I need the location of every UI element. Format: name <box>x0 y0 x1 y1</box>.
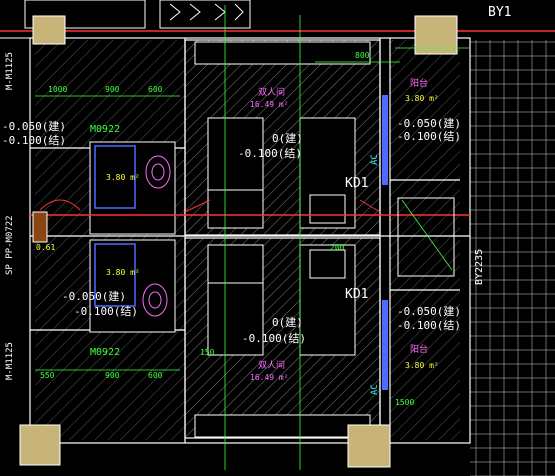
label-by2235: BY2235 <box>474 249 485 285</box>
level-right-upper-struct: -0.100(结) <box>397 130 461 143</box>
dim-900-lower: 900 <box>105 371 120 380</box>
balcony-upper-area: 3.80 m² <box>405 94 439 103</box>
level-center-upper-struct: -0.100(结) <box>238 147 302 160</box>
bath-lower-area: 3.80 m² <box>106 268 140 277</box>
level-left-mid-arch: -0.050(建) <box>62 289 126 303</box>
dim-200: 200 <box>330 243 345 252</box>
level-right-lower-struct: -0.100(结) <box>397 319 461 332</box>
balcony-lower-area: 3.80 m² <box>405 361 439 370</box>
bathroom-upper <box>89 141 176 235</box>
small-area: 0.61 <box>36 243 55 252</box>
level-right-upper-arch: -0.050(建) <box>397 116 461 130</box>
label-ac-upper: AC <box>370 154 380 165</box>
dim-900: 900 <box>105 85 120 94</box>
level-left-upper-struct: -0.100(结) <box>2 134 66 147</box>
balcony-lower-name: 阳台 <box>410 343 428 355</box>
label-m0922-upper: M0922 <box>90 124 120 135</box>
bathroom-lower <box>89 239 176 333</box>
dim-600-lower: 600 <box>148 371 163 380</box>
room-upper-name: 双人间 <box>258 86 285 98</box>
room-upper-area: 16.49 m² <box>250 100 289 109</box>
dim-1000: 1000 <box>48 85 67 94</box>
level-center-lower-struct: -0.100(结) <box>242 332 306 345</box>
label-kd1-lower: KD1 <box>345 287 368 302</box>
bath-upper-area: 3.80 m² <box>106 173 140 182</box>
dim-150: 150 <box>200 348 215 357</box>
dim-600-upper: 600 <box>148 85 163 94</box>
label-m0922-lower: M0922 <box>90 347 120 358</box>
balcony-upper-name: 阳台 <box>410 77 428 89</box>
label-m-side-lower: M-M1125 <box>5 342 15 380</box>
top-fixture-strip <box>0 0 555 39</box>
dim-550: 550 <box>40 371 55 380</box>
label-sp-side: SP PP-M0722 <box>5 215 15 275</box>
dim-800: 800 <box>355 51 370 60</box>
room-lower-name: 双人间 <box>258 359 285 371</box>
plan-canvas: BY1 KD1 KD1 M0922 M0922 0(建) -0.100(结) 0… <box>0 0 555 476</box>
room-lower-area: 16.49 m² <box>250 373 289 382</box>
level-left-mid-struct: -0.100(结) <box>74 305 138 318</box>
label-by1: BY1 <box>488 5 511 20</box>
level-center-upper-arch: 0(建) <box>272 131 303 145</box>
label-ac-lower: AC <box>370 384 380 395</box>
level-center-lower-arch: 0(建) <box>272 315 303 329</box>
dim-1500: 1500 <box>395 398 414 407</box>
level-left-upper-arch: -0.050(建) <box>2 119 66 133</box>
cad-floor-plan: BY1 KD1 KD1 M0922 M0922 0(建) -0.100(结) 0… <box>0 0 555 476</box>
label-kd1-upper: KD1 <box>345 176 368 191</box>
label-m-side-upper: M-M1125 <box>5 52 15 90</box>
level-right-lower-arch: -0.050(建) <box>397 304 461 318</box>
